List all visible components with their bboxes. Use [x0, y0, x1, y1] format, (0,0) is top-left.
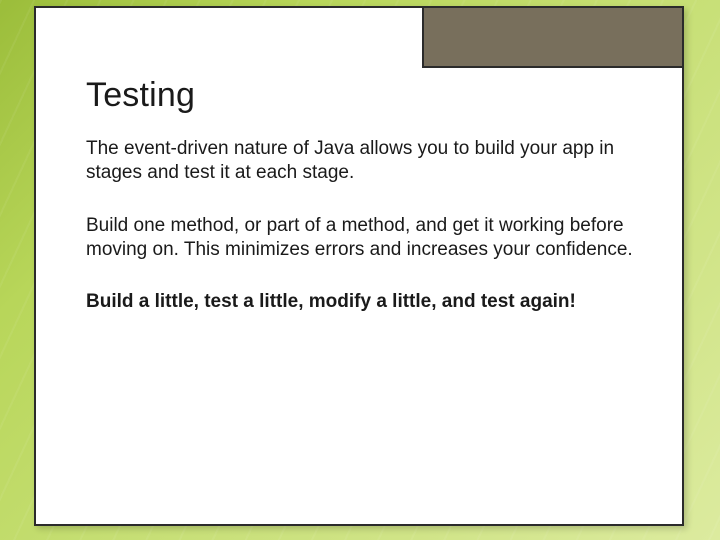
slide-title: Testing: [86, 76, 642, 115]
slide-card: Testing The event-driven nature of Java …: [34, 6, 684, 526]
paragraph-3: Build a little, test a little, modify a …: [86, 290, 642, 314]
paragraph-1: The event-driven nature of Java allows y…: [86, 137, 642, 186]
slide-content: Testing The event-driven nature of Java …: [86, 76, 642, 343]
accent-box: [422, 6, 684, 68]
paragraph-2: Build one method, or part of a method, a…: [86, 214, 642, 263]
